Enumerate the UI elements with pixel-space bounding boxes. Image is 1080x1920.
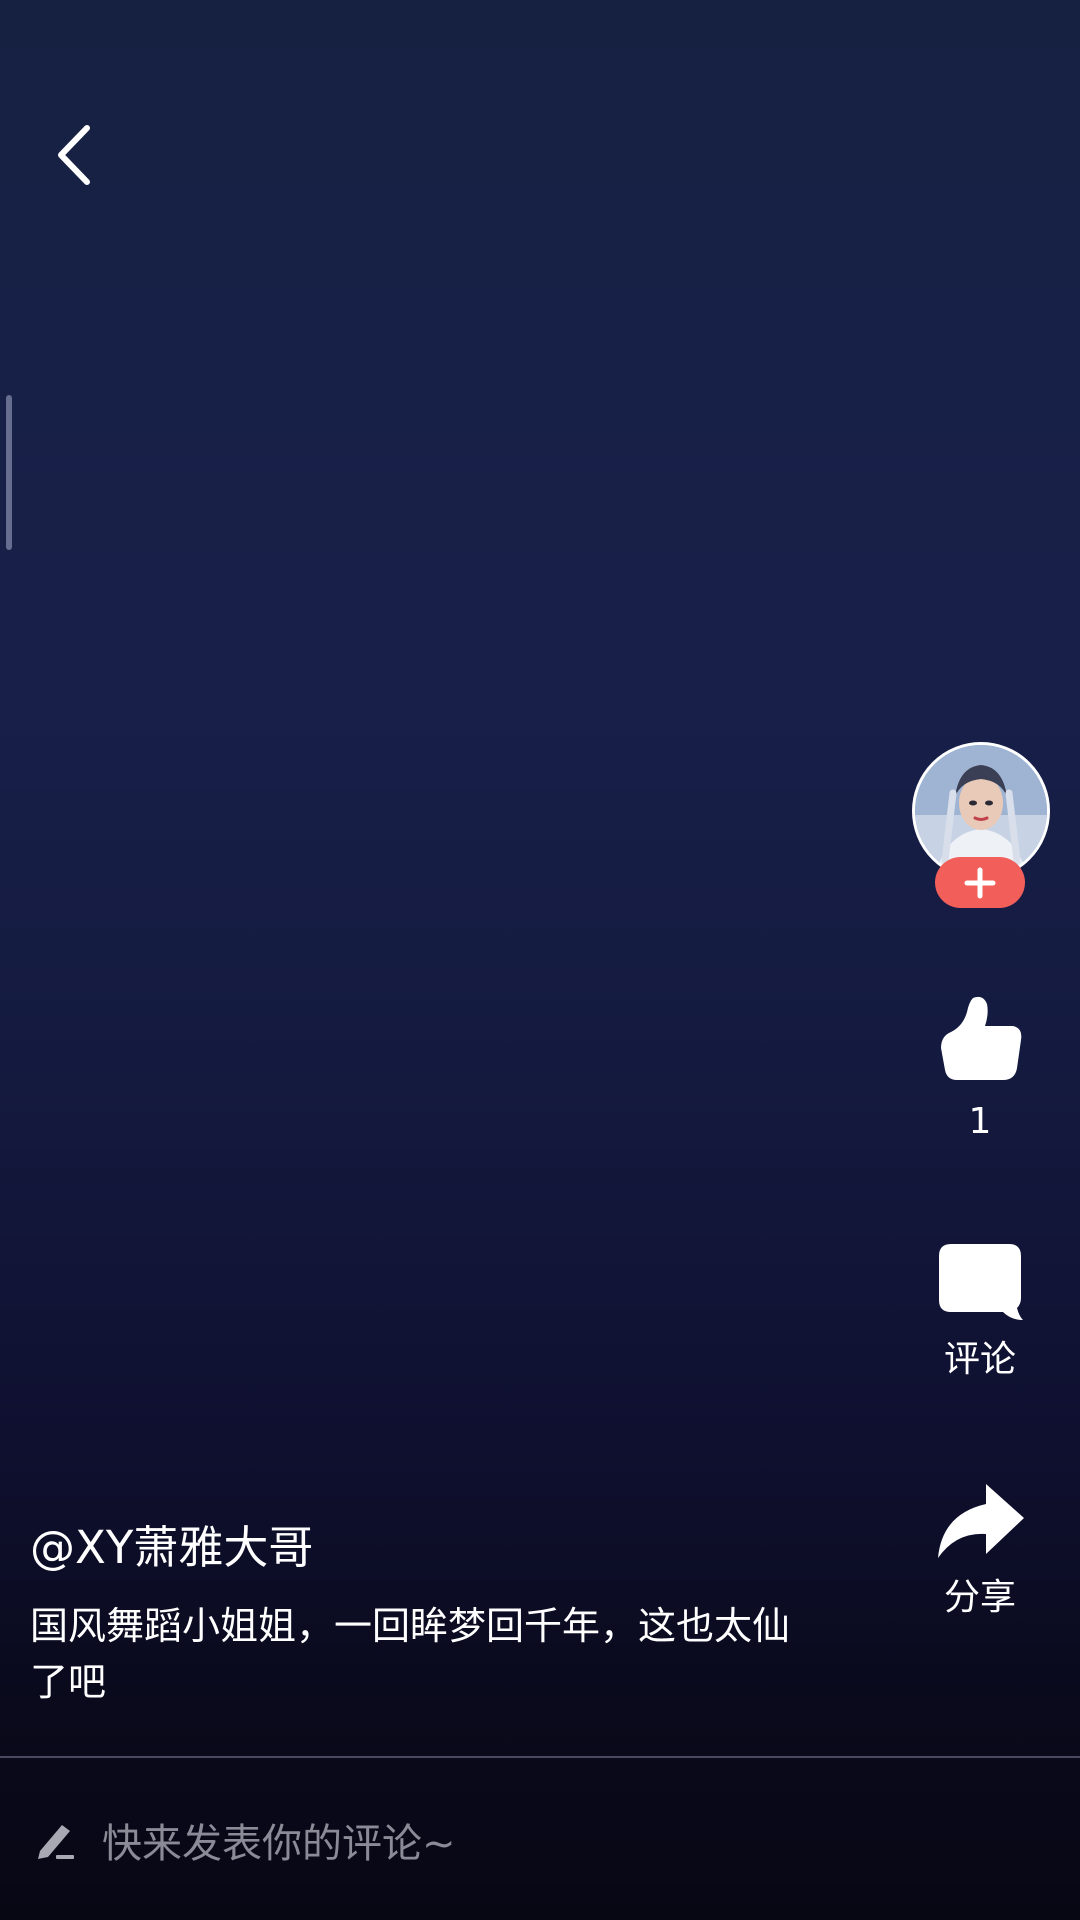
pen-icon xyxy=(38,1825,74,1859)
comment-input-bar[interactable]: 快来发表你的评论~ xyxy=(0,1760,1080,1920)
comment-label: 评论 xyxy=(943,1339,1016,1380)
comment-placeholder[interactable]: 快来发表你的评论~ xyxy=(102,1811,456,1869)
video-screen: 1 评论 分享 @XY萧雅大哥 国风舞蹈小姐姐，一回眸梦回千年，这也太仙了吧 快… xyxy=(0,0,1080,1920)
plus-icon xyxy=(964,867,996,898)
video-description: 国风舞蹈小姐姐，一回眸梦回千年，这也太仙了吧 xyxy=(30,1604,791,1704)
like-button[interactable]: 1 xyxy=(910,992,1050,1144)
back-button[interactable] xyxy=(40,115,110,195)
share-arrow-icon xyxy=(938,1484,1024,1558)
video-caption: @XY萧雅大哥 国风舞蹈小姐姐，一回眸梦回千年，这也太仙了吧 xyxy=(30,1518,830,1710)
share-button[interactable]: 分享 xyxy=(910,1482,1050,1620)
scroll-indicator[interactable] xyxy=(6,395,12,550)
author-handle[interactable]: @XY萧雅大哥 xyxy=(30,1518,830,1578)
chevron-left-icon xyxy=(58,125,90,185)
follow-button[interactable] xyxy=(935,857,1025,908)
author-avatar-group xyxy=(912,742,1050,908)
comment-button[interactable]: 评论 xyxy=(910,1242,1050,1382)
share-label: 分享 xyxy=(943,1577,1016,1618)
divider xyxy=(0,1756,1080,1758)
thumbs-up-icon xyxy=(941,996,1022,1080)
like-count: 1 xyxy=(968,1101,992,1142)
speech-bubble-icon xyxy=(939,1244,1023,1320)
